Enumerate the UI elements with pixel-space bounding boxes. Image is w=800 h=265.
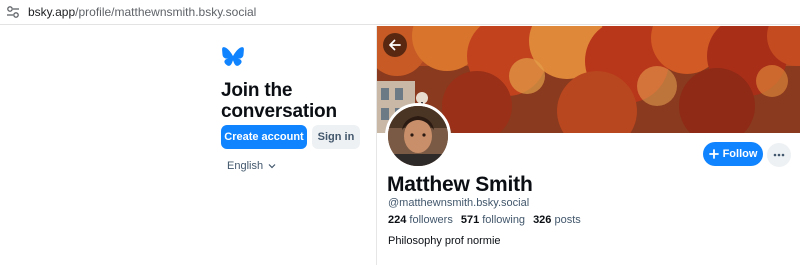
profile-display-name: Matthew Smith [387,173,533,196]
follow-label: Follow [722,148,758,160]
avatar-image [388,106,448,166]
following-count: 571 [460,214,480,226]
profile-stats: 224 followers 571 following 326 posts [388,214,581,226]
following-stat[interactable]: 571 following [461,214,525,226]
arrow-left-icon [389,39,401,51]
chevron-down-icon [268,164,276,169]
plus-icon [708,149,719,159]
profile-handle: @matthewnsmith.bsky.social [388,197,530,209]
posts-count: 326 [533,214,552,226]
url-text[interactable]: bsky.app/profile/matthewnsmith.bsky.soci… [28,5,256,19]
language-selector[interactable]: English [227,160,276,172]
posts-label: posts [554,214,581,226]
butterfly-logo-icon[interactable] [222,47,244,67]
posts-stat: 326 posts [533,214,581,226]
url-path: /profile/matthewnsmith.bsky.social [75,5,257,19]
language-label: English [227,160,264,172]
followers-stat[interactable]: 224 followers [388,214,453,226]
ellipsis-icon [773,153,785,157]
create-account-button[interactable]: Create account [221,125,307,149]
url-domain: bsky.app [28,5,76,19]
avatar[interactable] [385,103,451,169]
site-info-icon[interactable] [6,5,20,19]
following-label: following [482,214,526,226]
browser-address-bar[interactable]: bsky.app/profile/matthewnsmith.bsky.soci… [0,0,800,25]
back-button[interactable] [383,33,407,57]
profile-bio: Philosophy prof normie [388,235,501,247]
more-options-button[interactable] [767,143,791,167]
sign-in-button[interactable]: Sign in [312,125,360,149]
join-heading: Join the conversation [221,80,337,122]
profile-panel: Follow Matthew Smith @matthewnsmith.bsky… [377,26,800,265]
followers-count: 224 [388,214,407,226]
follow-button[interactable]: Follow [703,142,763,166]
followers-label: followers [409,214,453,226]
